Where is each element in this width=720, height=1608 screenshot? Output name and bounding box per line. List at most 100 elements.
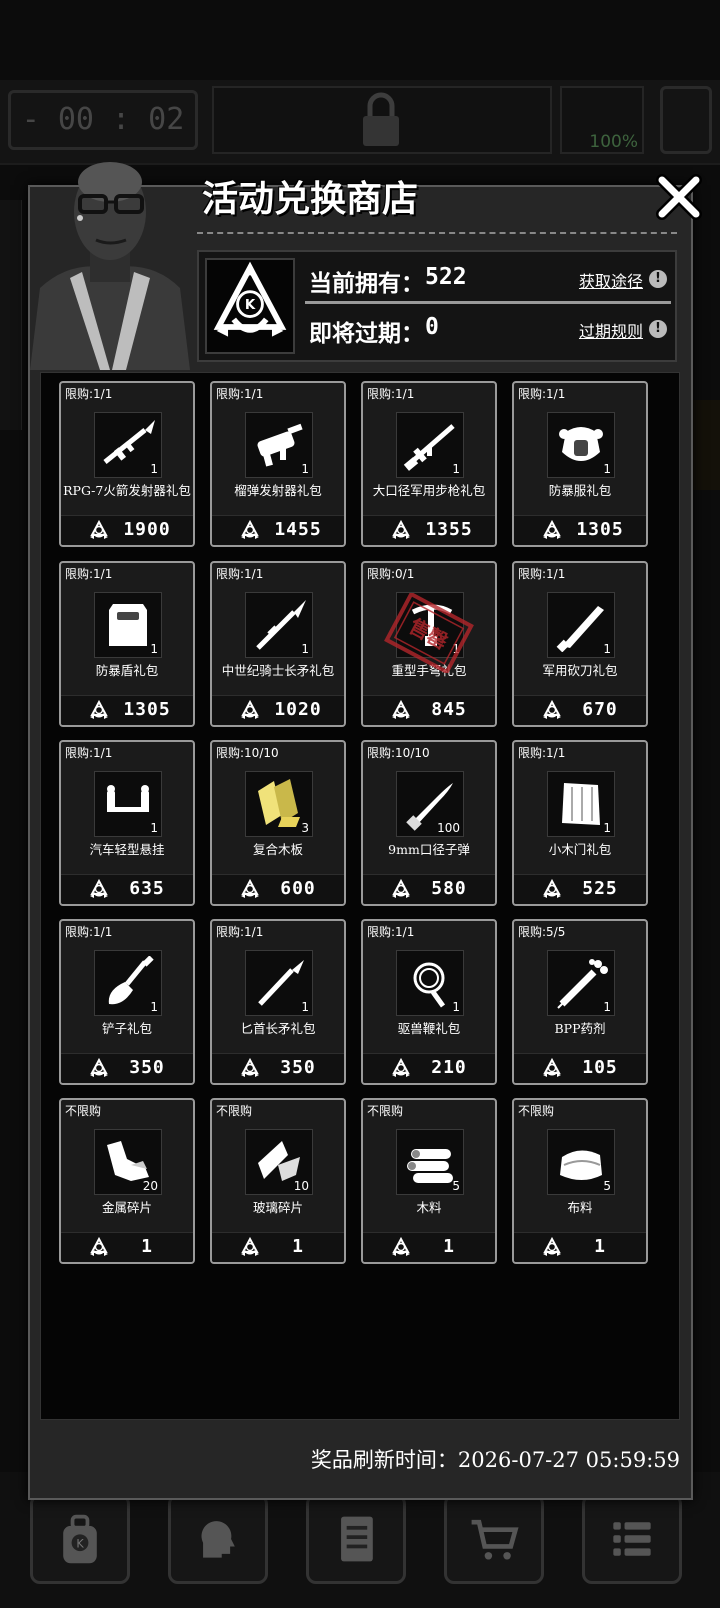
shop-item-card[interactable]: 不限购 5 布料 1 bbox=[512, 1098, 648, 1264]
purchase-limit: 限购:10/10 bbox=[367, 746, 430, 760]
purchase-limit: 限购:1/1 bbox=[367, 387, 415, 401]
item-quantity: 1 bbox=[150, 642, 158, 656]
item-quantity: 1 bbox=[603, 462, 611, 476]
shop-item-card[interactable]: 限购:1/1 1 驱兽鞭礼包 210 bbox=[361, 919, 497, 1085]
owned-value: 522 bbox=[425, 264, 467, 290]
item-price: 600 bbox=[280, 878, 316, 899]
hud-slot-button[interactable] bbox=[660, 86, 712, 154]
shop-item-card[interactable]: 限购:5/5 1 BPP药剂 105 bbox=[512, 919, 648, 1085]
shop-item-card[interactable]: 限购:0/1 1 重型手弩礼包 售罄 845 bbox=[361, 561, 497, 727]
item-price: 525 bbox=[582, 878, 618, 899]
wood-log-icon: 5 bbox=[396, 1129, 464, 1195]
background-side-panel bbox=[0, 200, 22, 430]
refresh-label: 奖品刷新时间： bbox=[310, 1448, 458, 1472]
shop-item-card[interactable]: 限购:1/1 1 军用砍刀礼包 670 bbox=[512, 561, 648, 727]
bullet-icon: 100 bbox=[396, 771, 464, 837]
journal-icon bbox=[341, 1516, 373, 1562]
price-bar: 210 bbox=[363, 1053, 495, 1083]
item-grid: 限购:1/1 1 RPG-7火箭发射器礼包 1900 限购:1/1 1 榴弹发射器礼包 145… bbox=[40, 372, 680, 1420]
wood-door-icon: 1 bbox=[547, 771, 615, 837]
shop-button[interactable] bbox=[444, 1494, 544, 1584]
close-button[interactable] bbox=[654, 172, 704, 222]
item-name: 玻璃碎片 bbox=[252, 1200, 303, 1215]
price-bar: 525 bbox=[514, 874, 646, 904]
rpg-icon: 1 bbox=[94, 412, 162, 478]
shop-item-card[interactable]: 限购:1/1 1 汽车轻型悬挂 635 bbox=[59, 740, 195, 906]
item-price: 105 bbox=[582, 1057, 618, 1078]
shop-item-card[interactable]: 限购:1/1 1 匕首长矛礼包 350 bbox=[210, 919, 346, 1085]
shop-item-card[interactable]: 限购:1/1 1 铲子礼包 350 bbox=[59, 919, 195, 1085]
shop-item-card[interactable]: 限购:1/1 1 RPG-7火箭发射器礼包 1900 bbox=[59, 381, 195, 547]
plywood-icon: 3 bbox=[245, 771, 313, 837]
price-bar: 845 bbox=[363, 695, 495, 725]
shop-item-card[interactable]: 限购:1/1 1 小木门礼包 525 bbox=[512, 740, 648, 906]
svg-text:K: K bbox=[245, 298, 256, 313]
whip-icon: 1 bbox=[396, 950, 464, 1016]
shop-item-card[interactable]: 不限购 10 玻璃碎片 1 bbox=[210, 1098, 346, 1264]
item-quantity: 5 bbox=[452, 1179, 460, 1193]
metal-scrap-icon: 20 bbox=[94, 1129, 162, 1195]
expiring-value: 0 bbox=[425, 314, 439, 340]
brain-icon bbox=[201, 1521, 235, 1558]
title-divider bbox=[197, 232, 677, 234]
get-currency-link[interactable]: 获取途径 bbox=[579, 268, 643, 292]
item-name: 布料 bbox=[567, 1200, 593, 1215]
price-bar: 1 bbox=[514, 1232, 646, 1262]
shop-item-card[interactable]: 不限购 20 金属碎片 1 bbox=[59, 1098, 195, 1264]
price-bar: 1355 bbox=[363, 515, 495, 545]
price-bar: 1 bbox=[212, 1232, 344, 1262]
riot-suit-icon: 1 bbox=[547, 412, 615, 478]
currency-icon bbox=[240, 878, 260, 899]
shop-item-card[interactable]: 限购:1/1 1 榴弹发射器礼包 1455 bbox=[210, 381, 346, 547]
currency-icon bbox=[542, 519, 562, 540]
shop-item-card[interactable]: 限购:1/1 1 防暴服礼包 1305 bbox=[512, 381, 648, 547]
shop-item-card[interactable]: 限购:1/1 1 防暴盾礼包 1305 bbox=[59, 561, 195, 727]
shop-item-card[interactable]: 不限购 5 木料 1 bbox=[361, 1098, 497, 1264]
skills-button[interactable] bbox=[168, 1494, 268, 1584]
price-bar: 670 bbox=[514, 695, 646, 725]
journal-button[interactable] bbox=[306, 1494, 406, 1584]
item-quantity: 10 bbox=[293, 1179, 309, 1193]
price-bar: 600 bbox=[212, 874, 344, 904]
lock-icon bbox=[358, 90, 404, 150]
purchase-limit: 限购:1/1 bbox=[216, 387, 264, 401]
expire-rule-link[interactable]: 过期规则 bbox=[579, 318, 643, 342]
item-name: BPP药剂 bbox=[554, 1021, 606, 1036]
purchase-limit: 限购:1/1 bbox=[65, 387, 113, 401]
item-name: 防暴盾礼包 bbox=[95, 663, 159, 678]
price-bar: 350 bbox=[61, 1053, 193, 1083]
close-icon bbox=[656, 174, 702, 220]
item-quantity: 20 bbox=[142, 1179, 158, 1193]
riot-shield-icon: 1 bbox=[94, 592, 162, 658]
item-price: 350 bbox=[129, 1057, 165, 1078]
battery-status: 100% bbox=[560, 86, 644, 154]
item-name: 大口径军用步枪礼包 bbox=[372, 483, 486, 498]
purchase-limit: 限购:1/1 bbox=[518, 387, 566, 401]
item-quantity: 5 bbox=[603, 1179, 611, 1193]
shop-item-card[interactable]: 限购:10/10 100 9mm口径子弹 580 bbox=[361, 740, 497, 906]
item-name: 9mm口径子弹 bbox=[388, 842, 470, 857]
shop-item-card[interactable]: 限购:1/1 1 中世纪骑士长矛礼包 1020 bbox=[210, 561, 346, 727]
item-name: 匕首长矛礼包 bbox=[240, 1021, 316, 1036]
price-bar: 1 bbox=[363, 1232, 495, 1262]
item-quantity: 1 bbox=[301, 462, 309, 476]
item-price: 210 bbox=[431, 1057, 467, 1078]
purchase-limit: 限购:1/1 bbox=[518, 746, 566, 760]
backpack-button[interactable]: K bbox=[30, 1494, 130, 1584]
item-quantity: 3 bbox=[301, 821, 309, 835]
item-quantity: 1 bbox=[301, 1000, 309, 1014]
currency-icon bbox=[542, 1236, 562, 1257]
item-name: 驱兽鞭礼包 bbox=[397, 1021, 461, 1036]
merchant-portrait bbox=[30, 148, 190, 370]
item-price: 350 bbox=[280, 1057, 316, 1078]
info-icon[interactable]: ! bbox=[649, 320, 667, 338]
price-bar: 1455 bbox=[212, 515, 344, 545]
machete-icon: 1 bbox=[547, 592, 615, 658]
shop-item-card[interactable]: 限购:1/1 1 大口径军用步枪礼包 1355 bbox=[361, 381, 497, 547]
item-quantity: 1 bbox=[452, 462, 460, 476]
item-quantity: 1 bbox=[150, 821, 158, 835]
item-price: 580 bbox=[431, 878, 467, 899]
shop-item-card[interactable]: 限购:10/10 3 复合木板 600 bbox=[210, 740, 346, 906]
info-icon[interactable]: ! bbox=[649, 270, 667, 288]
menu-button[interactable] bbox=[582, 1494, 682, 1584]
